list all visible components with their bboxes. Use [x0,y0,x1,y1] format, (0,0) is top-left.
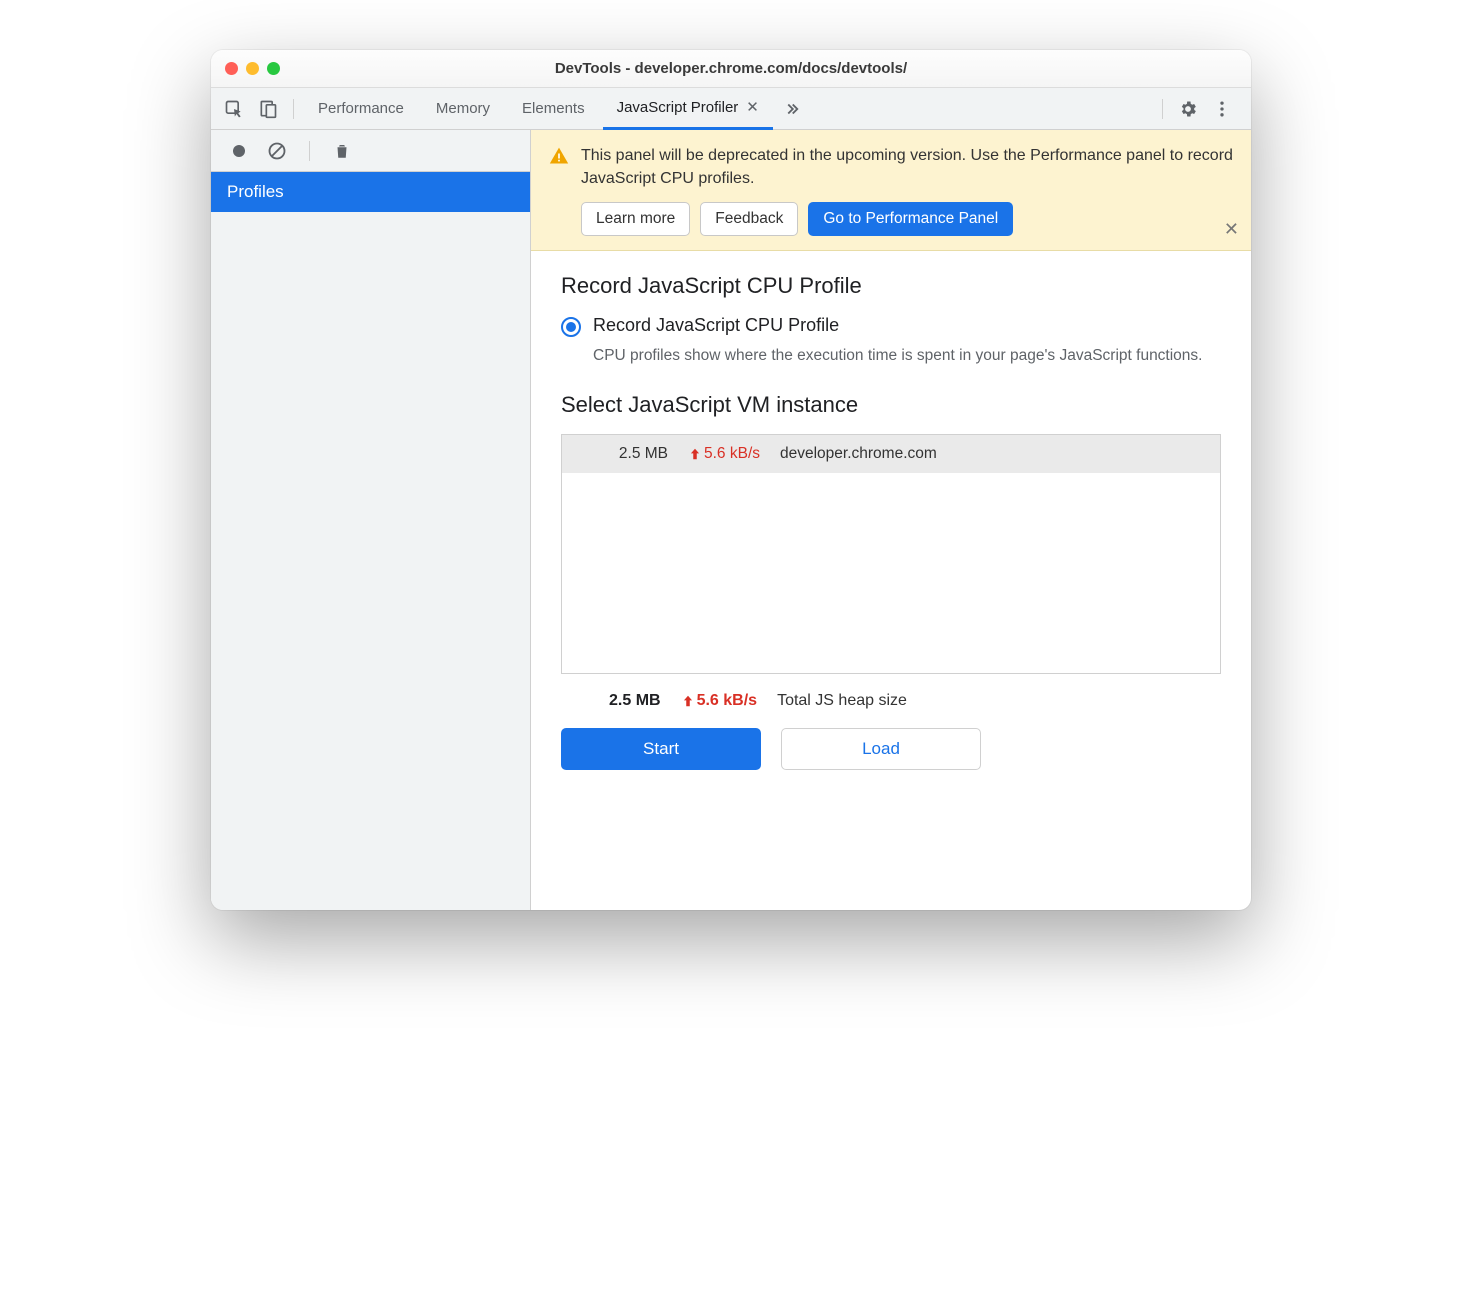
summary-size: 2.5 MB [609,692,661,710]
record-icon[interactable] [227,139,251,163]
deprecation-banner: This panel will be deprecated in the upc… [531,130,1251,251]
close-banner-icon[interactable]: ✕ [1224,219,1239,240]
tab-memory[interactable]: Memory [422,88,504,130]
load-button[interactable]: Load [781,728,981,770]
kebab-menu-icon[interactable] [1207,94,1237,124]
vm-host: developer.chrome.com [780,445,937,463]
record-heading: Record JavaScript CPU Profile [561,273,1221,299]
tab-javascript-profiler[interactable]: JavaScript Profiler ✕ [603,88,773,130]
sidebar-item-label: Profiles [227,182,284,201]
arrow-up-icon [688,447,702,461]
close-tab-icon[interactable]: ✕ [746,98,759,116]
clear-icon[interactable] [265,139,289,163]
more-tabs-icon[interactable] [777,94,807,124]
radio-description: CPU profiles show where the execution ti… [593,345,1221,367]
vm-rate: 5.6 kB/s [688,445,760,463]
delete-icon[interactable] [330,139,354,163]
titlebar: DevTools - developer.chrome.com/docs/dev… [211,50,1251,88]
heap-summary: 2.5 MB 5.6 kB/s Total JS heap size [561,674,1221,728]
goto-performance-button[interactable]: Go to Performance Panel [808,202,1013,236]
traffic-lights [225,62,280,75]
warning-icon [549,146,569,236]
start-button[interactable]: Start [561,728,761,770]
sidebar: Profiles [211,130,531,910]
content: Record JavaScript CPU Profile Record Jav… [531,251,1251,910]
vm-heading: Select JavaScript VM instance [561,392,1221,418]
vm-instance-list: 2.5 MB 5.6 kB/s developer.chrome.com [561,434,1221,674]
minimize-window-button[interactable] [246,62,259,75]
banner-text: This panel will be deprecated in the upc… [581,144,1233,190]
feedback-button[interactable]: Feedback [700,202,798,236]
sidebar-toolbar [211,130,530,172]
summary-rate: 5.6 kB/s [681,692,757,710]
tab-performance[interactable]: Performance [304,88,418,130]
maximize-window-button[interactable] [267,62,280,75]
profile-type-radio[interactable]: Record JavaScript CPU Profile [561,315,1221,337]
main-panel: This panel will be deprecated in the upc… [531,130,1251,910]
vm-instance-row[interactable]: 2.5 MB 5.6 kB/s developer.chrome.com [562,435,1220,473]
separator [293,99,294,119]
devtools-window: DevTools - developer.chrome.com/docs/dev… [211,50,1251,910]
separator [309,141,310,161]
learn-more-button[interactable]: Learn more [581,202,690,236]
device-toolbar-icon[interactable] [253,94,283,124]
tabbar: Performance Memory Elements JavaScript P… [211,88,1251,130]
summary-label: Total JS heap size [777,692,907,710]
radio-label: Record JavaScript CPU Profile [593,315,839,336]
separator [1162,99,1163,119]
inspect-element-icon[interactable] [219,94,249,124]
vm-size: 2.5 MB [578,445,668,463]
tab-elements[interactable]: Elements [508,88,599,130]
radio-icon [561,317,581,337]
arrow-up-icon [681,694,695,708]
settings-icon[interactable] [1173,94,1203,124]
sidebar-item-profiles[interactable]: Profiles [211,172,530,212]
window-title: DevTools - developer.chrome.com/docs/dev… [211,60,1251,77]
close-window-button[interactable] [225,62,238,75]
